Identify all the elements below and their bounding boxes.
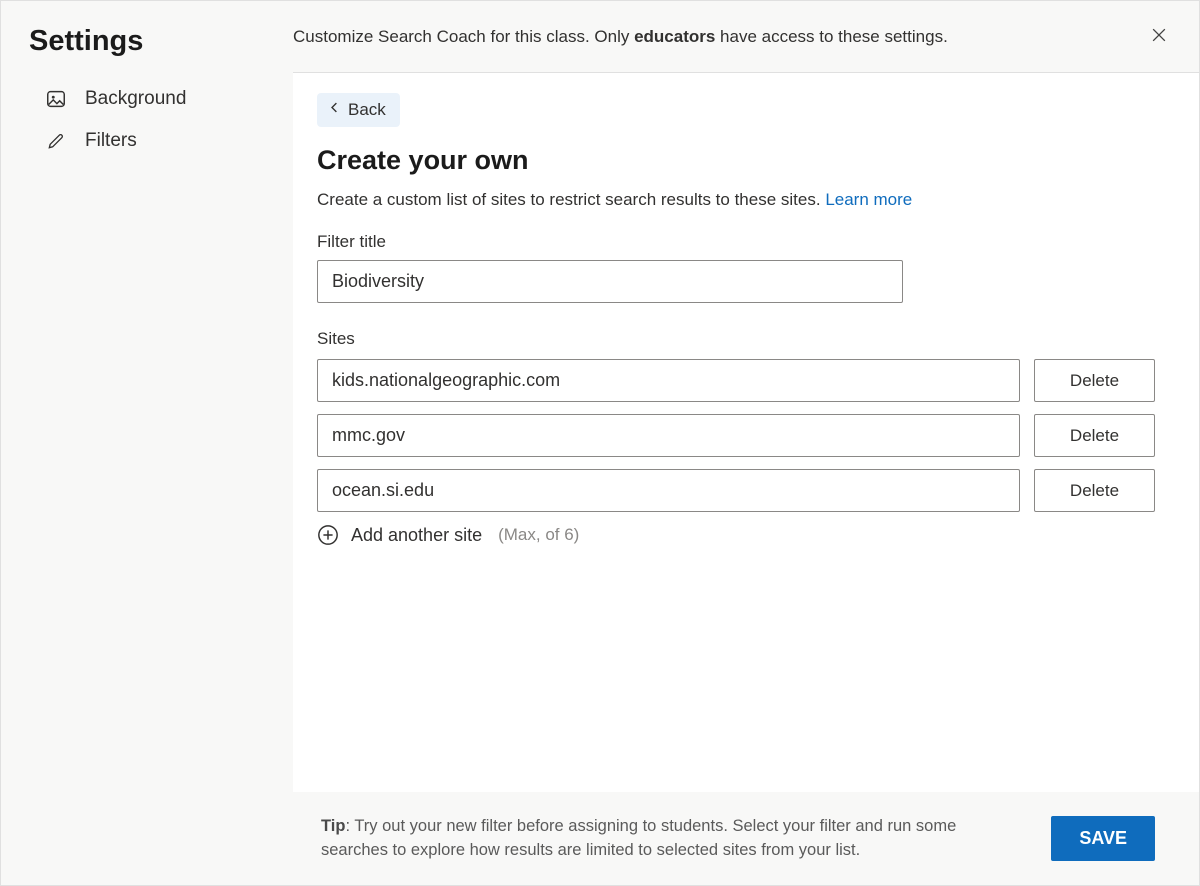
delete-button[interactable]: Delete [1034,414,1155,457]
settings-dialog: Settings Background Filters [0,0,1200,886]
delete-button[interactable]: Delete [1034,359,1155,402]
sidebar-item-label: Filters [85,130,137,152]
header-text-suffix: have access to these settings. [715,27,947,46]
image-icon [45,88,67,110]
page-description: Create a custom list of sites to restric… [317,190,1175,210]
header-text-bold: educators [634,27,715,46]
page-title: Create your own [317,145,1175,176]
site-row: Delete [317,469,1157,512]
save-button[interactable]: SAVE [1051,816,1155,861]
footer-tip-bold: Tip [321,817,345,835]
add-max-label: (Max, of 6) [498,525,579,545]
sidebar: Settings Background Filters [1,1,293,885]
sidebar-title: Settings [29,25,265,58]
back-button[interactable]: Back [317,93,400,127]
sidebar-item-filters[interactable]: Filters [29,120,265,162]
learn-more-link[interactable]: Learn more [825,190,912,209]
sites-section: Sites Delete Delete Delete [317,329,1157,546]
close-icon [1149,33,1169,48]
back-label: Back [348,100,386,120]
sidebar-item-background[interactable]: Background [29,78,265,120]
content-card: Back Create your own Create a custom lis… [293,73,1199,792]
sites-label: Sites [317,329,1157,349]
pencil-icon [45,130,67,152]
dialog-body: Settings Background Filters [1,1,1199,885]
add-another-site-button[interactable]: Add another site (Max, of 6) [317,524,1157,546]
header-description: Customize Search Coach for this class. O… [293,27,948,47]
main-column: Customize Search Coach for this class. O… [293,1,1199,885]
site-input[interactable] [317,414,1020,457]
add-another-label: Add another site [351,525,482,546]
filter-title-label: Filter title [317,232,1175,252]
site-row: Delete [317,359,1157,402]
site-input[interactable] [317,469,1020,512]
plus-circle-icon [317,524,339,546]
filter-title-input[interactable] [317,260,903,303]
site-input[interactable] [317,359,1020,402]
footer-bar: Tip: Try out your new filter before assi… [293,792,1199,886]
footer-tip-text: : Try out your new filter before assigni… [321,817,956,860]
chevron-left-icon [327,100,342,120]
site-row: Delete [317,414,1157,457]
sidebar-item-label: Background [85,88,186,110]
close-button[interactable] [1143,19,1175,54]
filter-title-group: Filter title [317,232,1175,303]
page-description-text: Create a custom list of sites to restric… [317,190,825,209]
delete-button[interactable]: Delete [1034,469,1155,512]
content-wrapper: Back Create your own Create a custom lis… [293,73,1199,885]
header-text-prefix: Customize Search Coach for this class. O… [293,27,634,46]
footer-tip: Tip: Try out your new filter before assi… [321,814,1001,864]
header-bar: Customize Search Coach for this class. O… [293,1,1199,73]
